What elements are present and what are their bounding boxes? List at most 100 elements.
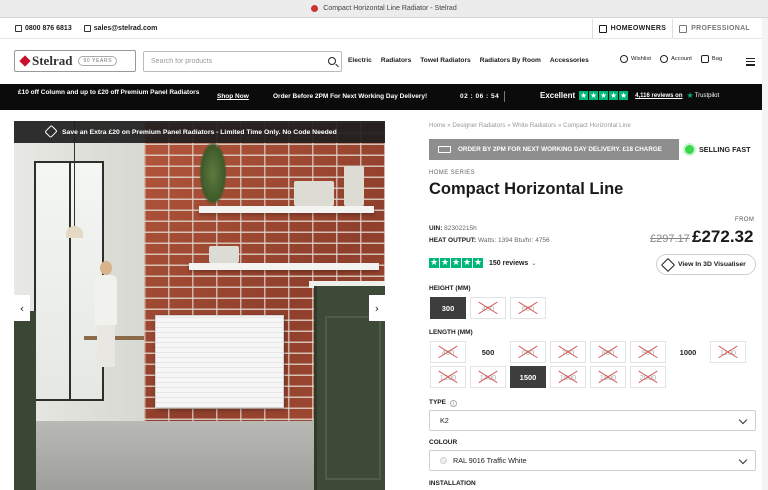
- length-option-500[interactable]: 500: [470, 341, 506, 363]
- nav-radiators-by-room[interactable]: Radiators By Room: [480, 57, 541, 64]
- logo-text: Stelrad: [32, 53, 73, 68]
- length-option-1500[interactable]: 1500: [510, 366, 546, 388]
- trust-reviews-count: 4,116 reviews on: [635, 92, 683, 99]
- current-price: £272.32: [692, 227, 754, 246]
- gallery-offer-text: Save an Extra £20 on Premium Panel Radia…: [62, 128, 337, 136]
- length-option-1400[interactable]: 1400: [470, 366, 506, 388]
- search-icon[interactable]: [328, 57, 336, 65]
- review-stars: [429, 257, 483, 269]
- homeowners-label: HOMEOWNERS: [610, 25, 667, 32]
- length-option-900[interactable]: 900: [630, 341, 666, 363]
- star-icon: [579, 90, 589, 101]
- tag-icon: [44, 124, 58, 139]
- scene-plant: [199, 141, 227, 206]
- visualiser-label: View In 3D Visualiser: [678, 261, 746, 268]
- 3d-visualiser-button[interactable]: View In 3D Visualiser: [656, 254, 756, 275]
- length-option-600[interactable]: 600: [510, 341, 546, 363]
- delivery-banner: ORDER BY 2PM FOR NEXT WORKING DAY DELIVE…: [429, 139, 679, 160]
- nav-radiators[interactable]: Radiators: [381, 57, 411, 64]
- wishlist-button[interactable]: Wishlist: [620, 55, 651, 63]
- star-icon: [599, 90, 609, 101]
- shop-now-link[interactable]: Shop Now: [217, 93, 249, 100]
- chevron-down-icon: ⌄: [531, 260, 537, 267]
- trustpilot-widget[interactable]: Excellent 4,116 reviews on ★Trustpilot: [540, 90, 720, 101]
- phone-link[interactable]: 0800 876 6813: [15, 25, 72, 32]
- email-link[interactable]: sales@stelrad.com: [83, 25, 157, 32]
- home-icon: [598, 24, 607, 33]
- top-contact-bar: 0800 876 6813 sales@stelrad.com HOMEOWNE…: [0, 19, 768, 39]
- length-option-1200[interactable]: 1200: [430, 366, 466, 388]
- radiator-product: [155, 315, 284, 408]
- length-option-1600[interactable]: 1600: [550, 366, 586, 388]
- colour-select[interactable]: RAL 9016 Traffic White: [429, 450, 756, 471]
- star-icon: [462, 257, 472, 269]
- height-option-300[interactable]: 300: [430, 297, 466, 319]
- search-input[interactable]: [151, 58, 321, 65]
- type-value: K2: [440, 416, 449, 425]
- type-select[interactable]: K2: [429, 410, 756, 431]
- breadcrumb[interactable]: Home » Designer Radiators » White Radiat…: [429, 122, 631, 129]
- installation-label: INSTALLATION: [429, 480, 476, 487]
- gallery-next-button[interactable]: ›: [369, 295, 385, 321]
- length-label: LENGTH (MM): [429, 329, 473, 336]
- product-image[interactable]: [14, 121, 385, 490]
- nav-accessories[interactable]: Accessories: [550, 57, 589, 64]
- colour-value: RAL 9016 Traffic White: [453, 456, 527, 465]
- length-option-1100[interactable]: 1100: [710, 341, 746, 363]
- length-option-1000[interactable]: 1000: [670, 341, 706, 363]
- scene-cabinet: [14, 311, 36, 490]
- trustpilot-logo: ★ Trustpilot: [687, 91, 720, 100]
- site-logo[interactable]: Stelrad 90 YEARS: [14, 50, 136, 72]
- heart-icon: [620, 55, 628, 63]
- length-option-800[interactable]: 800: [590, 341, 626, 363]
- scrollbar[interactable]: [762, 18, 768, 490]
- search-bar: [143, 51, 342, 72]
- star-icon: [473, 257, 483, 269]
- homeowners-tab[interactable]: HOMEOWNERS: [591, 19, 674, 38]
- audience-switch: HOMEOWNERS PROFESSIONAL: [591, 19, 756, 38]
- promo-divider: [504, 91, 505, 102]
- scene-shelf: [199, 206, 374, 213]
- tab-title: Compact Horizontal Line Radiator - Stelr…: [323, 5, 457, 12]
- nav-towel-radiators[interactable]: Towel Radiators: [420, 57, 470, 64]
- main-nav: Electric Radiators Towel Radiators Radia…: [348, 57, 589, 64]
- length-option-1800[interactable]: 1800: [590, 366, 626, 388]
- height-option-450[interactable]: 450: [470, 297, 506, 319]
- tools-icon: [679, 24, 688, 33]
- menu-icon[interactable]: [746, 58, 755, 68]
- length-option-700[interactable]: 700: [550, 341, 586, 363]
- gallery-prev-button[interactable]: ‹: [14, 295, 30, 321]
- reviews-summary[interactable]: 150 reviews ⌄: [429, 257, 537, 269]
- logo-mark-icon: [19, 55, 31, 67]
- promo-offer: £10 off Column and up to £20 off Premium…: [18, 89, 200, 96]
- price-from-label: FROM: [735, 217, 755, 223]
- countdown-timer: 02 : 06 : 54: [460, 93, 500, 100]
- selling-fast-badge: SELLING FAST: [685, 145, 751, 154]
- professional-tab[interactable]: PROFESSIONAL: [673, 19, 756, 38]
- delivery-banner-text: ORDER BY 2PM FOR NEXT WORKING DAY DELIVE…: [458, 145, 662, 153]
- type-label-text: TYPE: [429, 399, 446, 406]
- star-icon: [440, 257, 450, 269]
- user-icon: [659, 55, 668, 63]
- length-option-2000[interactable]: 2000: [630, 366, 666, 388]
- bag-icon: [700, 55, 709, 63]
- nav-electric[interactable]: Electric: [348, 57, 372, 64]
- trust-reviews: 4,116 reviews on: [635, 93, 682, 99]
- height-option-600[interactable]: 600: [510, 297, 546, 319]
- colour-label: COLOUR: [429, 439, 458, 446]
- heat-value: Watts: 1394 Btu/hr: 4756: [478, 237, 550, 244]
- info-icon[interactable]: i: [449, 400, 457, 407]
- trust-rating-label: Excellent: [540, 91, 576, 100]
- star-icon: [429, 257, 439, 269]
- account-label: Account: [670, 56, 692, 62]
- star-icon: [619, 90, 629, 101]
- product-uin: UIN: 82302215h: [429, 225, 477, 232]
- account-button[interactable]: Account: [659, 55, 692, 63]
- chevron-down-icon: [738, 455, 748, 465]
- wishlist-label: Wishlist: [631, 56, 651, 62]
- scene-shelf: [189, 263, 379, 270]
- logo-badge: 90 YEARS: [78, 56, 118, 66]
- bag-button[interactable]: Bag: [700, 55, 722, 63]
- review-count: 150 reviews: [489, 259, 529, 267]
- length-option-400[interactable]: 400: [430, 341, 466, 363]
